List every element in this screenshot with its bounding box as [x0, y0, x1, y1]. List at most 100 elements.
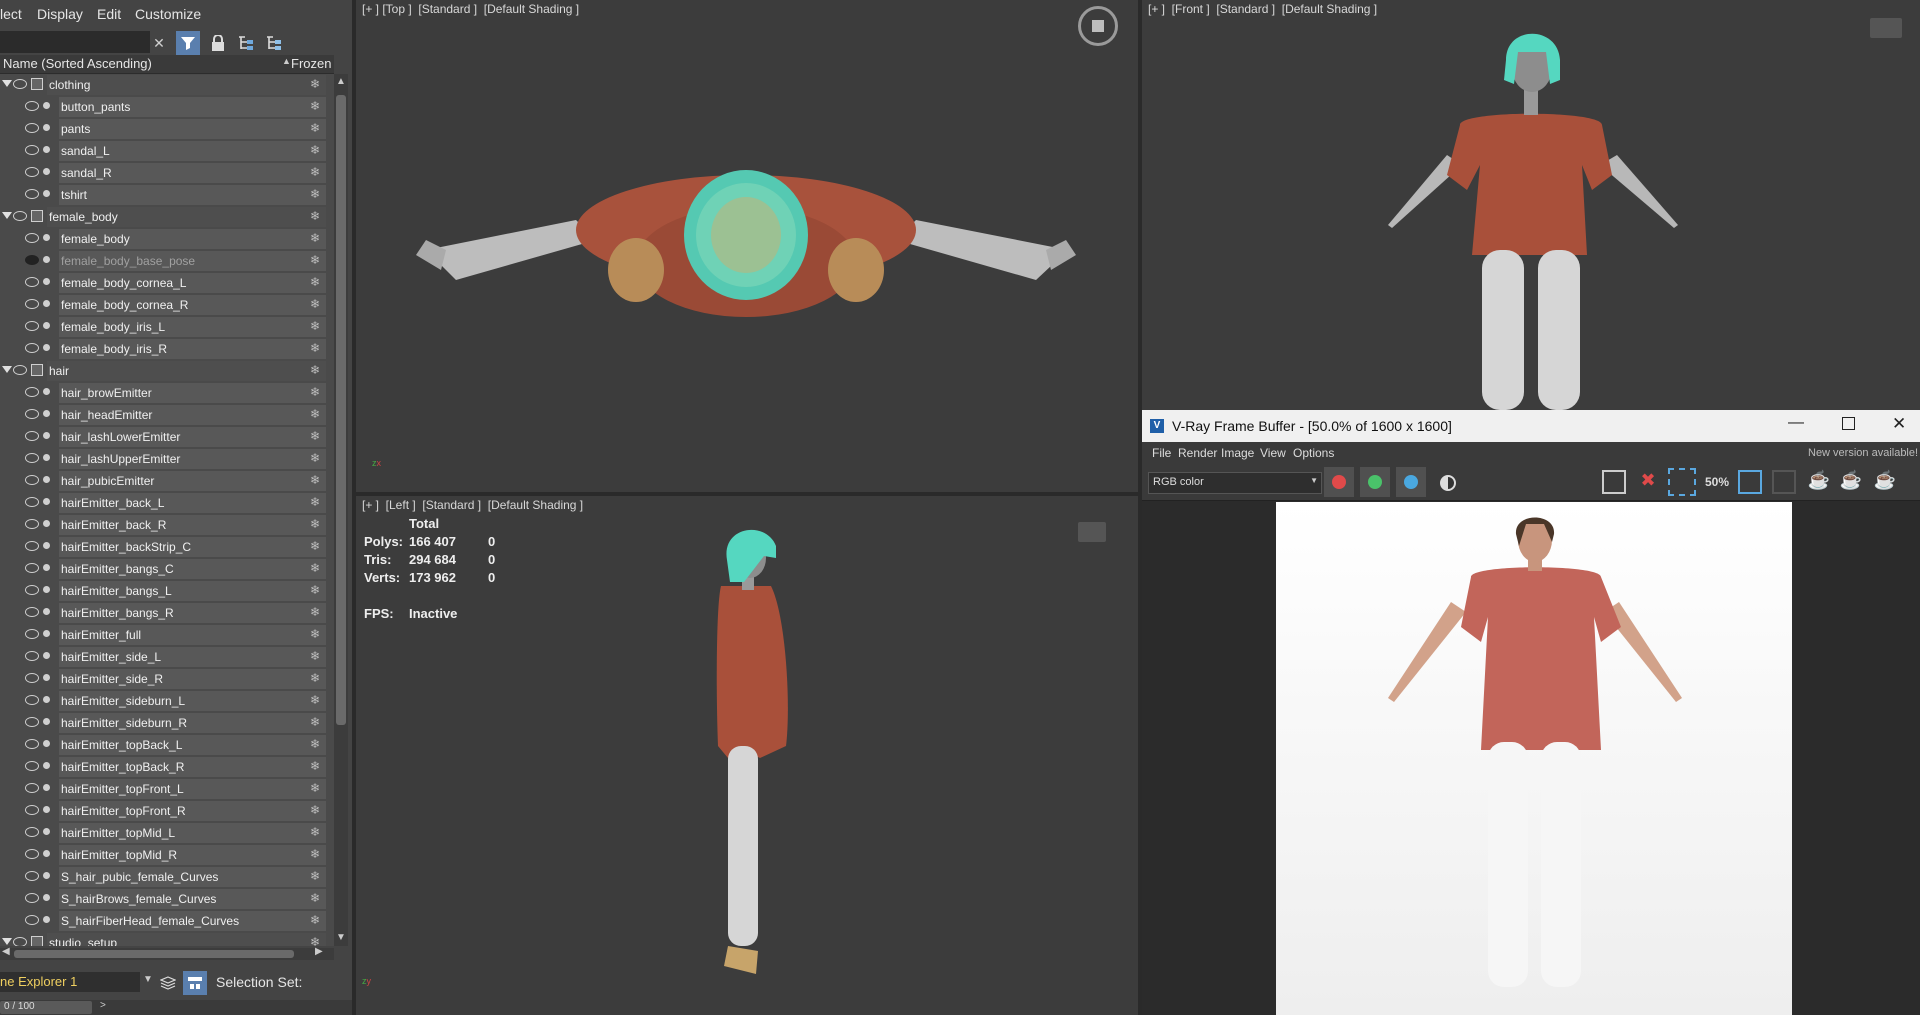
renderable-dot-icon[interactable] [43, 300, 50, 307]
renderable-dot-icon[interactable] [43, 168, 50, 175]
object-row[interactable]: female_body_base_pose ❄ [0, 250, 334, 272]
object-row[interactable]: hair_browEmitter ❄ [0, 382, 334, 404]
object-row[interactable]: hairEmitter_topFront_L ❄ [0, 778, 334, 800]
object-row[interactable]: female_body ❄ [0, 228, 334, 250]
object-row[interactable]: hairEmitter_topMid_R ❄ [0, 844, 334, 866]
hierarchy-icon[interactable] [234, 31, 258, 55]
horizontal-scrollbar-thumb[interactable] [14, 950, 294, 958]
freeze-snowflake-icon[interactable]: ❄ [308, 121, 322, 135]
object-row[interactable]: hairEmitter_bangs_L ❄ [0, 580, 334, 602]
freeze-snowflake-icon[interactable]: ❄ [308, 143, 322, 157]
expand-triangle-icon[interactable] [2, 212, 12, 219]
freeze-snowflake-icon[interactable]: ❄ [308, 319, 322, 333]
freeze-snowflake-icon[interactable]: ❄ [308, 759, 322, 773]
layer-row[interactable]: female_body ❄ [0, 206, 334, 228]
visibility-eye-icon[interactable] [25, 761, 39, 771]
freeze-snowflake-icon[interactable]: ❄ [308, 935, 322, 946]
compare-icon[interactable] [1738, 470, 1762, 494]
freeze-snowflake-icon[interactable]: ❄ [308, 495, 322, 509]
renderable-dot-icon[interactable] [43, 190, 50, 197]
renderable-dot-icon[interactable] [43, 872, 50, 879]
scroll-down-icon[interactable]: ▼ [336, 932, 346, 943]
vray-menu-render[interactable]: Render [1178, 446, 1217, 460]
object-row[interactable]: hairEmitter_side_L ❄ [0, 646, 334, 668]
visibility-eye-icon[interactable] [25, 849, 39, 859]
search-input[interactable] [0, 31, 150, 53]
visibility-eye-icon[interactable] [25, 651, 39, 661]
freeze-snowflake-icon[interactable]: ❄ [308, 825, 322, 839]
renderable-dot-icon[interactable] [43, 410, 50, 417]
freeze-snowflake-icon[interactable]: ❄ [308, 209, 322, 223]
renderable-dot-icon[interactable] [43, 146, 50, 153]
visibility-eye-icon[interactable] [25, 123, 39, 133]
freeze-snowflake-icon[interactable]: ❄ [308, 561, 322, 575]
layers-icon[interactable] [157, 972, 179, 994]
visibility-eye-icon[interactable] [25, 255, 39, 265]
visibility-eye-icon[interactable] [25, 431, 39, 441]
visibility-eye-icon[interactable] [25, 387, 39, 397]
object-row[interactable]: female_body_cornea_R ❄ [0, 294, 334, 316]
front-viewport[interactable]: [+ ] [Front ] [Standard ] [Default Shadi… [1142, 0, 1920, 410]
renderable-dot-icon[interactable] [43, 542, 50, 549]
hierarchy-view-icon[interactable] [183, 971, 207, 995]
object-row[interactable]: sandal_R ❄ [0, 162, 334, 184]
object-row[interactable]: hairEmitter_bangs_R ❄ [0, 602, 334, 624]
vray-title-bar[interactable]: V V-Ray Frame Buffer - [50.0% of 1600 x … [1142, 410, 1920, 442]
filter-icon[interactable] [176, 31, 200, 55]
visibility-eye-icon[interactable] [25, 585, 39, 595]
renderable-dot-icon[interactable] [43, 388, 50, 395]
visibility-eye-icon[interactable] [25, 629, 39, 639]
object-row[interactable]: button_pants ❄ [0, 96, 334, 118]
visibility-eye-icon[interactable] [25, 893, 39, 903]
renderable-dot-icon[interactable] [43, 806, 50, 813]
renderable-dot-icon[interactable] [43, 784, 50, 791]
region-render-icon[interactable] [1668, 468, 1696, 496]
explorer-dropdown-icon[interactable]: ▼ [143, 974, 153, 985]
object-row[interactable]: hairEmitter_full ❄ [0, 624, 334, 646]
object-row[interactable]: female_body_iris_L ❄ [0, 316, 334, 338]
clear-search-icon[interactable]: ✕ [147, 31, 171, 55]
top-viewport[interactable]: [+ ] [Top ] [Standard ] [Default Shading… [356, 0, 1138, 492]
time-slider-thumb[interactable]: 0 / 100 [0, 1001, 92, 1014]
visibility-eye-icon[interactable] [25, 717, 39, 727]
visibility-eye-icon[interactable] [25, 673, 39, 683]
freeze-snowflake-icon[interactable]: ❄ [308, 847, 322, 861]
object-row[interactable]: hairEmitter_bangs_C ❄ [0, 558, 334, 580]
visibility-eye-icon[interactable] [25, 783, 39, 793]
freeze-snowflake-icon[interactable]: ❄ [308, 627, 322, 641]
freeze-snowflake-icon[interactable]: ❄ [308, 605, 322, 619]
visibility-eye-icon[interactable] [25, 563, 39, 573]
freeze-snowflake-icon[interactable]: ❄ [308, 297, 322, 311]
expand-triangle-icon[interactable] [2, 366, 12, 373]
blue-channel-button[interactable] [1396, 467, 1426, 497]
renderable-dot-icon[interactable] [43, 828, 50, 835]
layer-row[interactable]: clothing ❄ [0, 74, 334, 96]
renderable-dot-icon[interactable] [43, 674, 50, 681]
renderable-dot-icon[interactable] [43, 520, 50, 527]
menu-edit[interactable]: Edit [97, 6, 121, 22]
scroll-up-icon[interactable]: ▲ [336, 76, 346, 87]
object-row[interactable]: hairEmitter_topBack_R ❄ [0, 756, 334, 778]
vray-menu-image[interactable]: Image [1221, 446, 1254, 460]
object-row[interactable]: tshirt ❄ [0, 184, 334, 206]
object-row[interactable]: hairEmitter_back_R ❄ [0, 514, 334, 536]
object-row[interactable]: hair_headEmitter ❄ [0, 404, 334, 426]
freeze-snowflake-icon[interactable]: ❄ [308, 891, 322, 905]
object-row[interactable]: hairEmitter_backStrip_C ❄ [0, 536, 334, 558]
renderable-dot-icon[interactable] [43, 608, 50, 615]
visibility-eye-icon[interactable] [25, 827, 39, 837]
freeze-snowflake-icon[interactable]: ❄ [308, 275, 322, 289]
object-row[interactable]: hairEmitter_topFront_R ❄ [0, 800, 334, 822]
channel-select[interactable]: RGB color ▼ [1148, 472, 1322, 494]
renderable-dot-icon[interactable] [43, 652, 50, 659]
freeze-snowflake-icon[interactable]: ❄ [308, 341, 322, 355]
renderable-dot-icon[interactable] [43, 432, 50, 439]
renderable-dot-icon[interactable] [43, 454, 50, 461]
object-row[interactable]: S_hairBrows_female_Curves ❄ [0, 888, 334, 910]
renderable-dot-icon[interactable] [43, 850, 50, 857]
explorer-name-field[interactable]: ne Explorer 1 [0, 972, 140, 992]
object-row[interactable]: female_body_iris_R ❄ [0, 338, 334, 360]
maximize-icon[interactable] [1842, 417, 1855, 430]
visibility-eye-icon[interactable] [25, 805, 39, 815]
visibility-eye-icon[interactable] [25, 475, 39, 485]
